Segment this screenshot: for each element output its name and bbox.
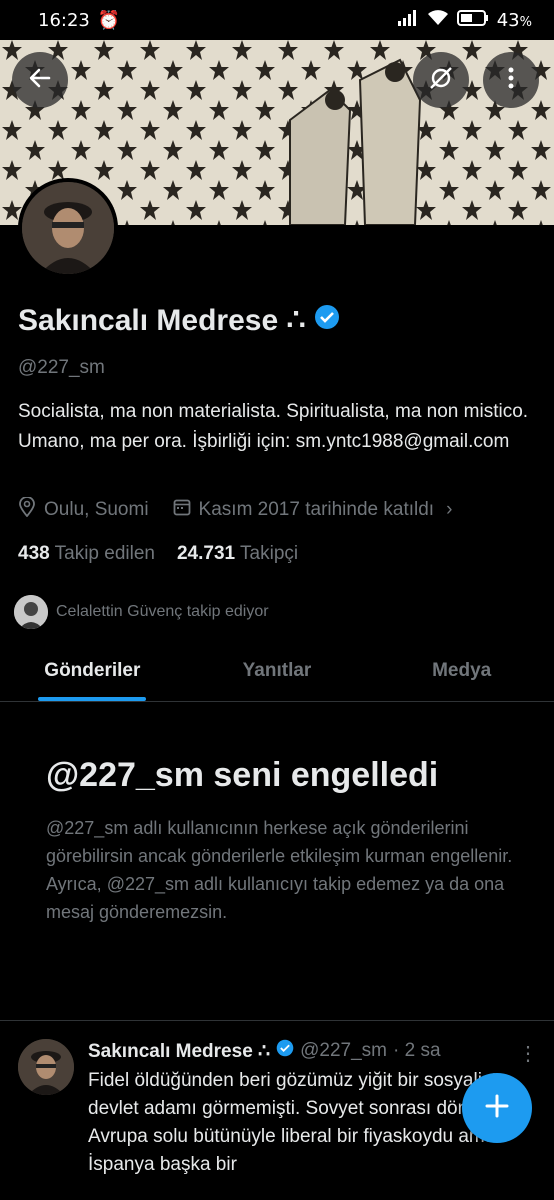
profile-meta: Oulu, Suomi Kasım 2017 tarihinde katıldı… (18, 496, 466, 523)
signal-icon (397, 9, 419, 31)
tweet-author-name: Sakıncalı Medrese ∴ (88, 1040, 271, 1062)
status-bar: 16:23 ⏰ 43% (38, 9, 532, 31)
back-arrow-icon (27, 65, 53, 96)
profile-avatar[interactable] (18, 178, 118, 278)
tweet-avatar[interactable] (18, 1039, 74, 1095)
back-button[interactable] (12, 52, 68, 108)
profile-handle: @227_sm (18, 357, 105, 378)
location-icon (18, 496, 36, 523)
more-vertical-icon: ⋮ (518, 1043, 538, 1065)
tab-posts[interactable]: Gönderiler (0, 640, 185, 701)
no-notification-icon (427, 64, 455, 97)
following-link[interactable]: 438 Takip edilen (18, 543, 155, 565)
more-vertical-icon (507, 66, 515, 95)
plus-icon (484, 1093, 510, 1124)
profile-location: Oulu, Suomi (44, 499, 149, 520)
tweet-more-button[interactable]: ⋮ (518, 1041, 538, 1066)
profile-name: Sakıncalı Medrese ∴ (18, 303, 340, 338)
following-count: 438 (18, 543, 50, 564)
blocked-description: @227_sm adlı kullanıcının herkese açık g… (46, 818, 513, 922)
battery-icon (456, 9, 489, 31)
following-label: Takip edilen (54, 543, 155, 564)
profile-joined: Kasım 2017 tarihinde katıldı (198, 499, 435, 520)
compose-button[interactable] (462, 1073, 532, 1143)
tweet-time: · 2 sa (393, 1040, 441, 1061)
follower-avatar (14, 595, 48, 629)
followers-label: Takipçi (240, 543, 299, 564)
verified-badge-icon (314, 304, 340, 338)
followed-by-text: Celalettin Güvenç takip ediyor (56, 603, 269, 620)
status-time: 16:23 (38, 9, 90, 31)
verified-badge-icon (276, 1039, 294, 1063)
tweet-handle: @227_sm (300, 1040, 388, 1061)
battery-level: 43 (496, 9, 520, 31)
alarm-icon: ⏰ (97, 9, 121, 31)
more-options-button[interactable] (483, 52, 539, 108)
tweet-text: Fidel öldüğünden beri gözümüz yiğit bir … (88, 1070, 516, 1175)
tab-media[interactable]: Medya (369, 640, 554, 701)
notifications-button[interactable] (413, 52, 469, 108)
profile-tabs: Gönderiler Yanıtlar Medya (0, 640, 554, 702)
calendar-icon (173, 498, 191, 522)
chevron-right-icon: › (446, 499, 453, 520)
wifi-icon (427, 9, 449, 31)
followers-count: 24.731 (176, 543, 236, 564)
blocked-title: @227_sm seni engelledi (46, 756, 439, 794)
tweet-header: Sakıncalı Medrese ∴ @227_sm · 2 sa (88, 1039, 441, 1063)
tab-replies[interactable]: Yanıtlar (185, 640, 370, 701)
joined-date-link[interactable]: Kasım 2017 tarihinde katıldı › (173, 498, 453, 522)
follow-counts: 438 Takip edilen 24.731 Takipçi (18, 543, 298, 565)
profile-name-text: Sakıncalı Medrese ∴ (18, 304, 306, 337)
profile-bio: Socialista, ma non materialista. Spiritu… (18, 401, 529, 452)
followed-by[interactable]: Celalettin Güvenç takip ediyor (14, 595, 269, 629)
followers-link[interactable]: 24.731 Takipçi (177, 543, 298, 565)
